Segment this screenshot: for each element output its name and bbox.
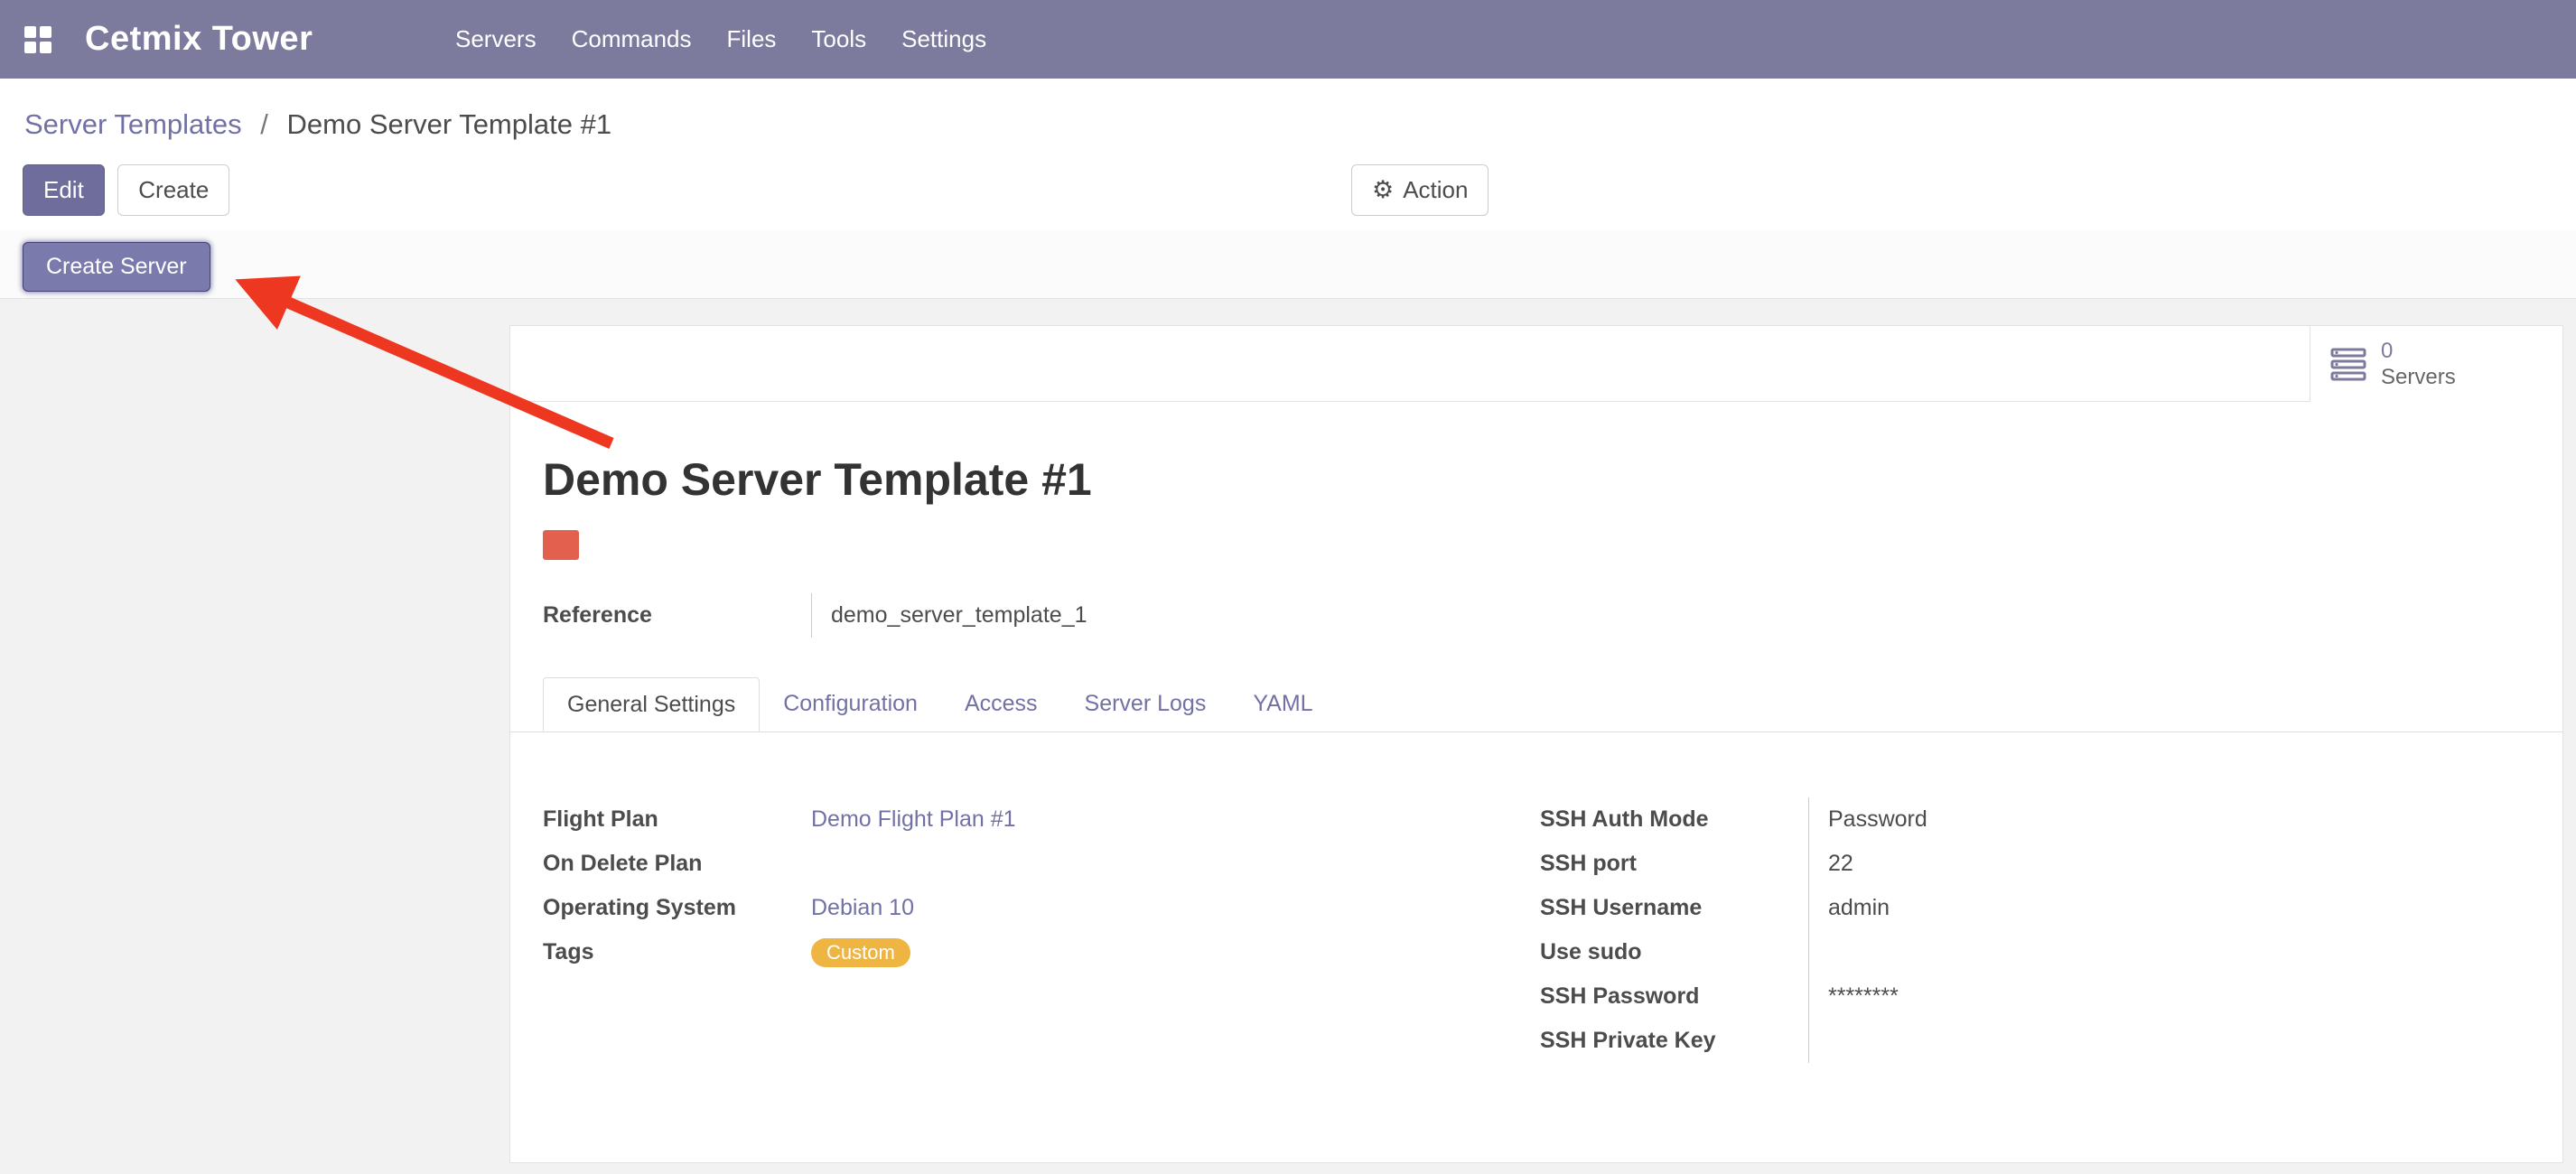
ssh-auth-mode-value: Password [1808, 797, 2530, 842]
ssh-auth-mode-label: SSH Auth Mode [1540, 797, 1808, 842]
record-title: Demo Server Template #1 [543, 453, 2530, 506]
tag-badge: Custom [811, 938, 910, 967]
control-panel: Server Templates / Demo Server Template … [0, 79, 2576, 299]
button-row: Edit Create ⚙ Action [0, 164, 2576, 216]
flight-plan-label: Flight Plan [543, 797, 811, 842]
apps-grid-dot [24, 26, 36, 38]
notebook-tabs: General Settings Configuration Access Se… [510, 677, 2562, 732]
template-color-swatch [543, 530, 579, 560]
form-statusbar: Create Server [0, 230, 2576, 299]
breadcrumb: Server Templates / Demo Server Template … [0, 79, 2576, 141]
servers-stat-button[interactable]: 0 Servers [2310, 326, 2562, 402]
form-sheet: 0 Servers Demo Server Template #1 Refere… [509, 325, 2563, 1163]
ssh-port-label: SSH port [1540, 842, 1808, 886]
breadcrumb-separator: / [260, 108, 268, 140]
on-delete-plan-value [811, 842, 1540, 886]
menu-tools[interactable]: Tools [811, 25, 866, 53]
use-sudo-label: Use sudo [1540, 930, 1808, 974]
reference-value: demo_server_template_1 [811, 593, 2530, 638]
ssh-username-label: SSH Username [1540, 886, 1808, 930]
tags-label: Tags [543, 930, 811, 974]
menu-files[interactable]: Files [727, 25, 777, 53]
tab-access[interactable]: Access [941, 677, 1061, 731]
ssh-private-key-value [1808, 1019, 2530, 1063]
on-delete-plan-label: On Delete Plan [543, 842, 811, 886]
gear-icon: ⚙ [1372, 178, 1394, 202]
general-settings-panel: Flight Plan Demo Flight Plan #1 On Delet… [510, 797, 2562, 1063]
servers-stat-text: 0 Servers [2381, 338, 2456, 390]
sheet-body: Demo Server Template #1 Reference demo_s… [510, 453, 2562, 638]
servers-stat-count: 0 [2381, 338, 2456, 364]
action-button-label: Action [1403, 176, 1468, 204]
ssh-username-value: admin [1808, 886, 2530, 930]
servers-stat-label: Servers [2381, 364, 2456, 390]
edit-button[interactable]: Edit [23, 164, 105, 216]
server-stack-icon [2330, 348, 2366, 381]
left-field-column: Flight Plan Demo Flight Plan #1 On Delet… [543, 797, 1540, 1063]
apps-grid-dot [40, 26, 51, 38]
reference-field: Reference demo_server_template_1 [543, 593, 2530, 638]
sheet-stat-strip: 0 Servers [510, 326, 2562, 402]
create-button[interactable]: Create [117, 164, 229, 216]
operating-system-link[interactable]: Debian 10 [811, 895, 914, 920]
ssh-port-value: 22 [1808, 842, 2530, 886]
ssh-password-label: SSH Password [1540, 974, 1808, 1019]
right-field-column: SSH Auth Mode Password SSH port 22 SSH U… [1540, 797, 2530, 1063]
operating-system-label: Operating System [543, 886, 811, 930]
menu-settings[interactable]: Settings [901, 25, 986, 53]
apps-grid-dot [40, 42, 51, 53]
action-button[interactable]: ⚙ Action [1351, 164, 1489, 216]
main-menu: Servers Commands Files Tools Settings [455, 0, 986, 79]
content-area: 0 Servers Demo Server Template #1 Refere… [0, 325, 2576, 1163]
create-server-button[interactable]: Create Server [23, 242, 210, 292]
ssh-private-key-label: SSH Private Key [1540, 1019, 1808, 1063]
tab-general-settings[interactable]: General Settings [543, 677, 760, 731]
breadcrumb-parent-link[interactable]: Server Templates [24, 108, 242, 140]
app-brand[interactable]: Cetmix Tower [85, 20, 313, 59]
menu-commands[interactable]: Commands [572, 25, 692, 53]
flight-plan-link[interactable]: Demo Flight Plan #1 [811, 806, 1016, 832]
apps-grid-icon[interactable] [24, 26, 51, 53]
tab-configuration[interactable]: Configuration [760, 677, 941, 731]
top-navbar: Cetmix Tower Servers Commands Files Tool… [0, 0, 2576, 79]
tab-yaml[interactable]: YAML [1229, 677, 1336, 731]
apps-grid-dot [24, 42, 36, 53]
reference-label: Reference [543, 593, 811, 638]
ssh-password-value: ******** [1808, 974, 2530, 1019]
tab-server-logs[interactable]: Server Logs [1061, 677, 1230, 731]
menu-servers[interactable]: Servers [455, 25, 537, 53]
use-sudo-value [1808, 930, 2530, 974]
breadcrumb-current: Demo Server Template #1 [287, 108, 612, 140]
